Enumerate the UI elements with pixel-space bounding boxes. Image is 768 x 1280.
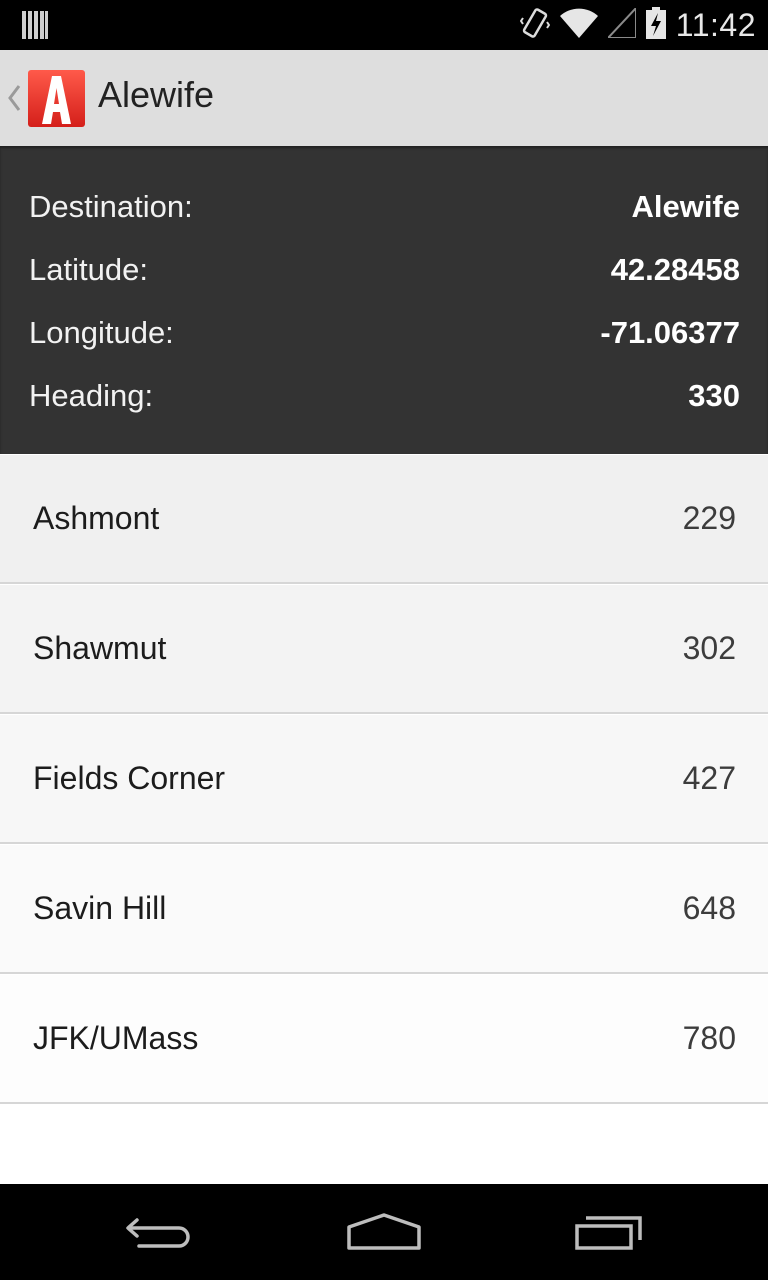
info-label: Heading:	[29, 378, 154, 413]
station-name: Shawmut	[33, 630, 167, 666]
info-row-destination: Destination: Alewife	[29, 182, 740, 232]
battery-charging-icon	[645, 7, 666, 43]
station-value: 780	[682, 1020, 736, 1056]
status-time: 11:42	[675, 6, 756, 43]
info-value: Alewife	[631, 189, 740, 224]
station-name: Savin Hill	[33, 890, 167, 926]
app-logo-icon[interactable]	[28, 70, 85, 127]
info-label: Longitude:	[29, 315, 174, 350]
station-name: JFK/UMass	[33, 1020, 199, 1056]
back-icon[interactable]	[100, 1184, 220, 1280]
info-row-latitude: Latitude: 42.28458	[29, 245, 740, 295]
list-item[interactable]: JFK/UMass 780	[0, 975, 768, 1104]
recent-apps-icon[interactable]	[550, 1184, 670, 1280]
list-item[interactable]: Shawmut 302	[0, 585, 768, 714]
status-bar: 11:42	[0, 0, 768, 50]
station-name: Ashmont	[33, 500, 160, 536]
up-navigation-icon[interactable]	[6, 84, 22, 116]
list-item[interactable]: Fields Corner 427	[0, 715, 768, 844]
navigation-bar	[0, 1184, 768, 1280]
station-value: 229	[682, 500, 736, 536]
screen: 11:42 Alewife Destination: Alewife Latit…	[0, 0, 768, 1280]
vibrate-icon	[519, 6, 550, 44]
station-value: 648	[682, 890, 736, 926]
home-icon[interactable]	[324, 1184, 444, 1280]
info-row-longitude: Longitude: -71.06377	[29, 308, 740, 358]
info-value: 42.28458	[610, 252, 740, 287]
station-value: 427	[682, 760, 736, 796]
station-value: 302	[682, 630, 736, 666]
info-panel: Destination: Alewife Latitude: 42.28458 …	[0, 146, 768, 454]
list-item[interactable]: Savin Hill 648	[0, 845, 768, 974]
info-value: -71.06377	[600, 315, 740, 350]
station-name: Fields Corner	[33, 760, 226, 796]
barcode-notification-icon	[22, 11, 48, 43]
wifi-icon	[559, 8, 598, 42]
info-label: Destination:	[29, 189, 193, 224]
info-row-heading: Heading: 330	[29, 371, 740, 421]
info-label: Latitude:	[29, 252, 148, 287]
list-item[interactable]: Ashmont 229	[0, 455, 768, 584]
action-bar: Alewife	[0, 50, 768, 146]
signal-icon	[605, 5, 637, 42]
app-title: Alewife	[98, 74, 215, 115]
info-value: 330	[688, 378, 740, 413]
station-list: Ashmont 229 Shawmut 302 Fields Corner 42…	[0, 455, 768, 1184]
